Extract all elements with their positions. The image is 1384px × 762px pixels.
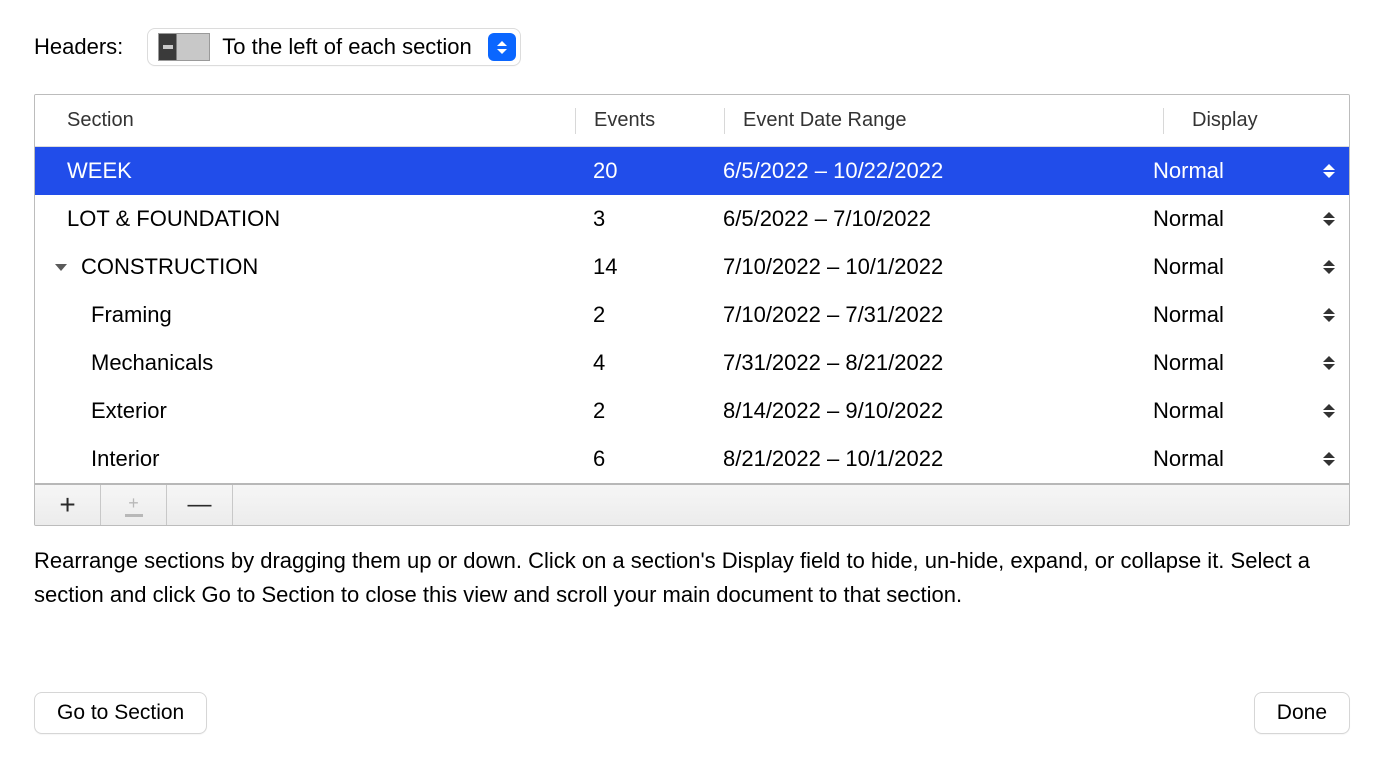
cell-display[interactable]: Normal	[1125, 254, 1349, 280]
cell-range: 7/10/2022 – 10/1/2022	[705, 254, 1125, 280]
display-value: Normal	[1153, 398, 1224, 424]
cell-section: Interior	[35, 446, 575, 472]
display-value: Normal	[1153, 302, 1224, 328]
select-arrows-icon	[488, 33, 516, 61]
cell-range: 7/10/2022 – 7/31/2022	[705, 302, 1125, 328]
section-name: Mechanicals	[35, 350, 213, 376]
col-divider	[724, 108, 725, 134]
display-value: Normal	[1153, 350, 1224, 376]
header-position-icon	[158, 33, 210, 61]
chevron-down-icon[interactable]	[45, 264, 77, 271]
table-row[interactable]: Mechanicals 47/31/2022 – 8/21/2022 Normal	[35, 339, 1349, 387]
cell-events: 3	[575, 206, 705, 232]
section-name: WEEK	[35, 158, 132, 184]
section-name: CONSTRUCTION	[77, 254, 258, 280]
cell-range: 7/31/2022 – 8/21/2022	[705, 350, 1125, 376]
section-name: Framing	[35, 302, 172, 328]
footer: Go to Section Done	[34, 692, 1350, 734]
display-value: Normal	[1153, 446, 1224, 472]
remove-section-button[interactable]: —	[167, 485, 233, 525]
section-name: Interior	[35, 446, 159, 472]
table-body: WEEK206/5/2022 – 10/22/2022NormalLOT & F…	[35, 147, 1349, 483]
done-button[interactable]: Done	[1254, 692, 1350, 734]
cell-events: 20	[575, 158, 705, 184]
cell-display[interactable]: Normal	[1125, 206, 1349, 232]
cell-range: 6/5/2022 – 10/22/2022	[705, 158, 1125, 184]
col-section[interactable]: Section	[35, 109, 575, 132]
sections-panel: Headers: To the left of each section Sec…	[0, 0, 1384, 762]
cell-range: 8/14/2022 – 9/10/2022	[705, 398, 1125, 424]
display-value: Normal	[1153, 254, 1224, 280]
cell-range: 8/21/2022 – 10/1/2022	[705, 446, 1125, 472]
cell-section: CONSTRUCTION	[35, 254, 575, 280]
table-row[interactable]: LOT & FOUNDATION 36/5/2022 – 7/10/2022 Nor…	[35, 195, 1349, 243]
cell-range: 6/5/2022 – 7/10/2022	[705, 206, 1125, 232]
headers-label: Headers:	[34, 34, 123, 60]
cell-section: WEEK	[35, 158, 575, 184]
updown-icon	[1323, 404, 1335, 418]
col-divider	[575, 108, 576, 134]
table-row[interactable]: Framing 27/10/2022 – 7/31/2022 Normal	[35, 291, 1349, 339]
table-row[interactable]: WEEK 206/5/2022 – 10/22/2022 Normal	[35, 147, 1349, 195]
table-row[interactable]: CONSTRUCTION 147/10/2022 – 10/1/2022 Norma…	[35, 243, 1349, 291]
col-display[interactable]: Display	[1182, 109, 1349, 132]
section-name: LOT & FOUNDATION	[35, 206, 280, 232]
table-header: Section Events Event Date Range Display	[35, 95, 1349, 147]
updown-icon	[1323, 356, 1335, 370]
cell-events: 2	[575, 398, 705, 424]
headers-select[interactable]: To the left of each section	[147, 28, 521, 66]
cell-display[interactable]: Normal	[1125, 446, 1349, 472]
table-row[interactable]: Exterior 28/14/2022 – 9/10/2022 Normal	[35, 387, 1349, 435]
cell-events: 14	[575, 254, 705, 280]
section-name: Exterior	[35, 398, 167, 424]
display-value: Normal	[1153, 158, 1224, 184]
updown-icon	[1323, 308, 1335, 322]
updown-icon	[1323, 164, 1335, 178]
add-section-button[interactable]: +	[35, 485, 101, 525]
add-subsection-button: +	[101, 485, 167, 525]
help-text: Rearrange sections by dragging them up o…	[34, 544, 1350, 612]
go-to-section-button[interactable]: Go to Section	[34, 692, 207, 734]
sections-table: Section Events Event Date Range Display …	[34, 94, 1350, 526]
display-value: Normal	[1153, 206, 1224, 232]
headers-select-value: To the left of each section	[222, 34, 476, 60]
cell-section: Exterior	[35, 398, 575, 424]
cell-section: Mechanicals	[35, 350, 575, 376]
table-row[interactable]: Interior 68/21/2022 – 10/1/2022 Normal	[35, 435, 1349, 483]
cell-events: 6	[575, 446, 705, 472]
table-toolbar: + + —	[35, 483, 1349, 525]
updown-icon	[1323, 260, 1335, 274]
cell-display[interactable]: Normal	[1125, 350, 1349, 376]
cell-section: LOT & FOUNDATION	[35, 206, 575, 232]
cell-events: 4	[575, 350, 705, 376]
cell-section: Framing	[35, 302, 575, 328]
cell-events: 2	[575, 302, 705, 328]
updown-icon	[1323, 212, 1335, 226]
cell-display[interactable]: Normal	[1125, 158, 1349, 184]
col-divider	[1163, 108, 1164, 134]
headers-row: Headers: To the left of each section	[34, 28, 1350, 66]
col-events[interactable]: Events	[594, 109, 724, 132]
updown-icon	[1323, 452, 1335, 466]
col-range[interactable]: Event Date Range	[743, 109, 1163, 132]
cell-display[interactable]: Normal	[1125, 302, 1349, 328]
cell-display[interactable]: Normal	[1125, 398, 1349, 424]
